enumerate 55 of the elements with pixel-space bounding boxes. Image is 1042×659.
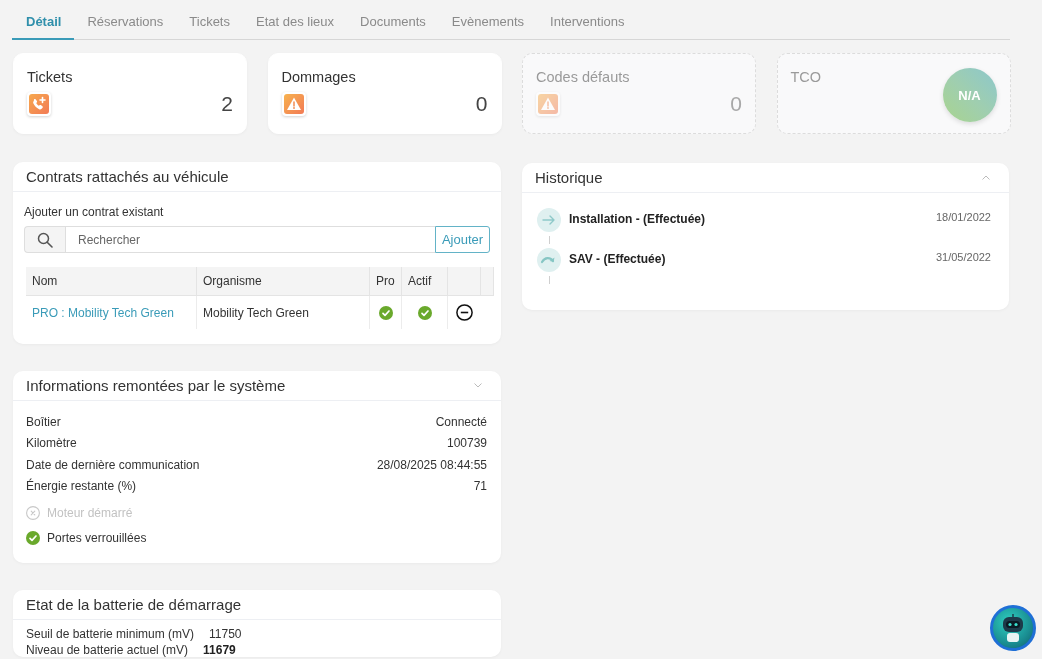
column-header: Nom [26,267,197,296]
column-header: Pro [370,267,402,296]
event-title: Installation - (Effectuée) [569,212,706,228]
field-label: Date de dernière communication [26,457,200,472]
warning-icon [536,92,560,116]
tab[interactable]: Interventions [537,9,638,40]
timeline-line [548,276,550,284]
stat-title: Dommages [281,68,357,86]
tab[interactable]: Réservations [74,9,177,40]
status-label: Moteur démarré [47,505,133,520]
stat-title: Tickets [27,68,74,86]
field-label: Seuil de batterie minimum (mV) [26,627,195,641]
stat-value: 0 [730,92,742,116]
tab[interactable]: Documents [347,9,439,40]
search-field[interactable]: Rechercher [65,226,435,253]
field-label: Kilomètre [26,436,77,451]
event-title: SAV - (Effectuée) [569,252,667,268]
tab[interactable]: Evènements [438,9,538,40]
field-value: 28/08/2025 08:44:55 [376,457,487,472]
score-badge: N/A [942,68,997,122]
field-label: Énergie restante (%) [26,479,137,494]
stat-title: Codes défauts [536,68,631,86]
tab[interactable]: Etat des lieux [243,9,348,40]
event-date: 31/05/2022 [935,251,991,265]
field-label: Boîtier [26,414,61,429]
field-value: 100739 [446,436,487,451]
card-title: Contrats rattachés au véhicule [26,168,229,185]
arrow-right-icon [537,208,561,232]
minus-circle-icon[interactable] [455,304,473,321]
contract-link[interactable]: PRO : Mobility Tech Green [32,305,174,320]
field-value: 11679 [203,643,236,657]
field-label: Niveau de batterie actuel (mV) [26,643,189,657]
tab[interactable]: Détail [12,9,75,40]
status-label: Portes verrouillées [47,530,147,545]
stat-value: 0 [475,92,488,116]
column-header: Actif [402,267,448,296]
field-value: 11750 [209,627,242,641]
field-value: 71 [473,479,487,494]
stat-value: 2 [221,92,233,116]
timeline-line [548,236,550,244]
chatbot-button[interactable] [990,605,1036,651]
event-date: 18/01/2022 [935,211,991,225]
add-button[interactable]: Ajouter [435,226,490,253]
warning-icon [281,92,306,116]
column-header: Organisme [197,267,370,296]
phone-plus-icon [27,92,51,116]
stat-title: TCO [790,68,822,86]
card-title: Historique [535,169,603,186]
tab[interactable]: Tickets [176,9,243,40]
table-cell: Mobility Tech Green [197,296,370,329]
card-title: Informations remontées par le système [26,377,286,394]
field-label: Ajouter un contrat existant [24,205,165,219]
search-icon [24,226,65,253]
card-title: Etat de la batterie de démarrage [26,596,242,613]
field-value: Connecté [435,414,487,429]
